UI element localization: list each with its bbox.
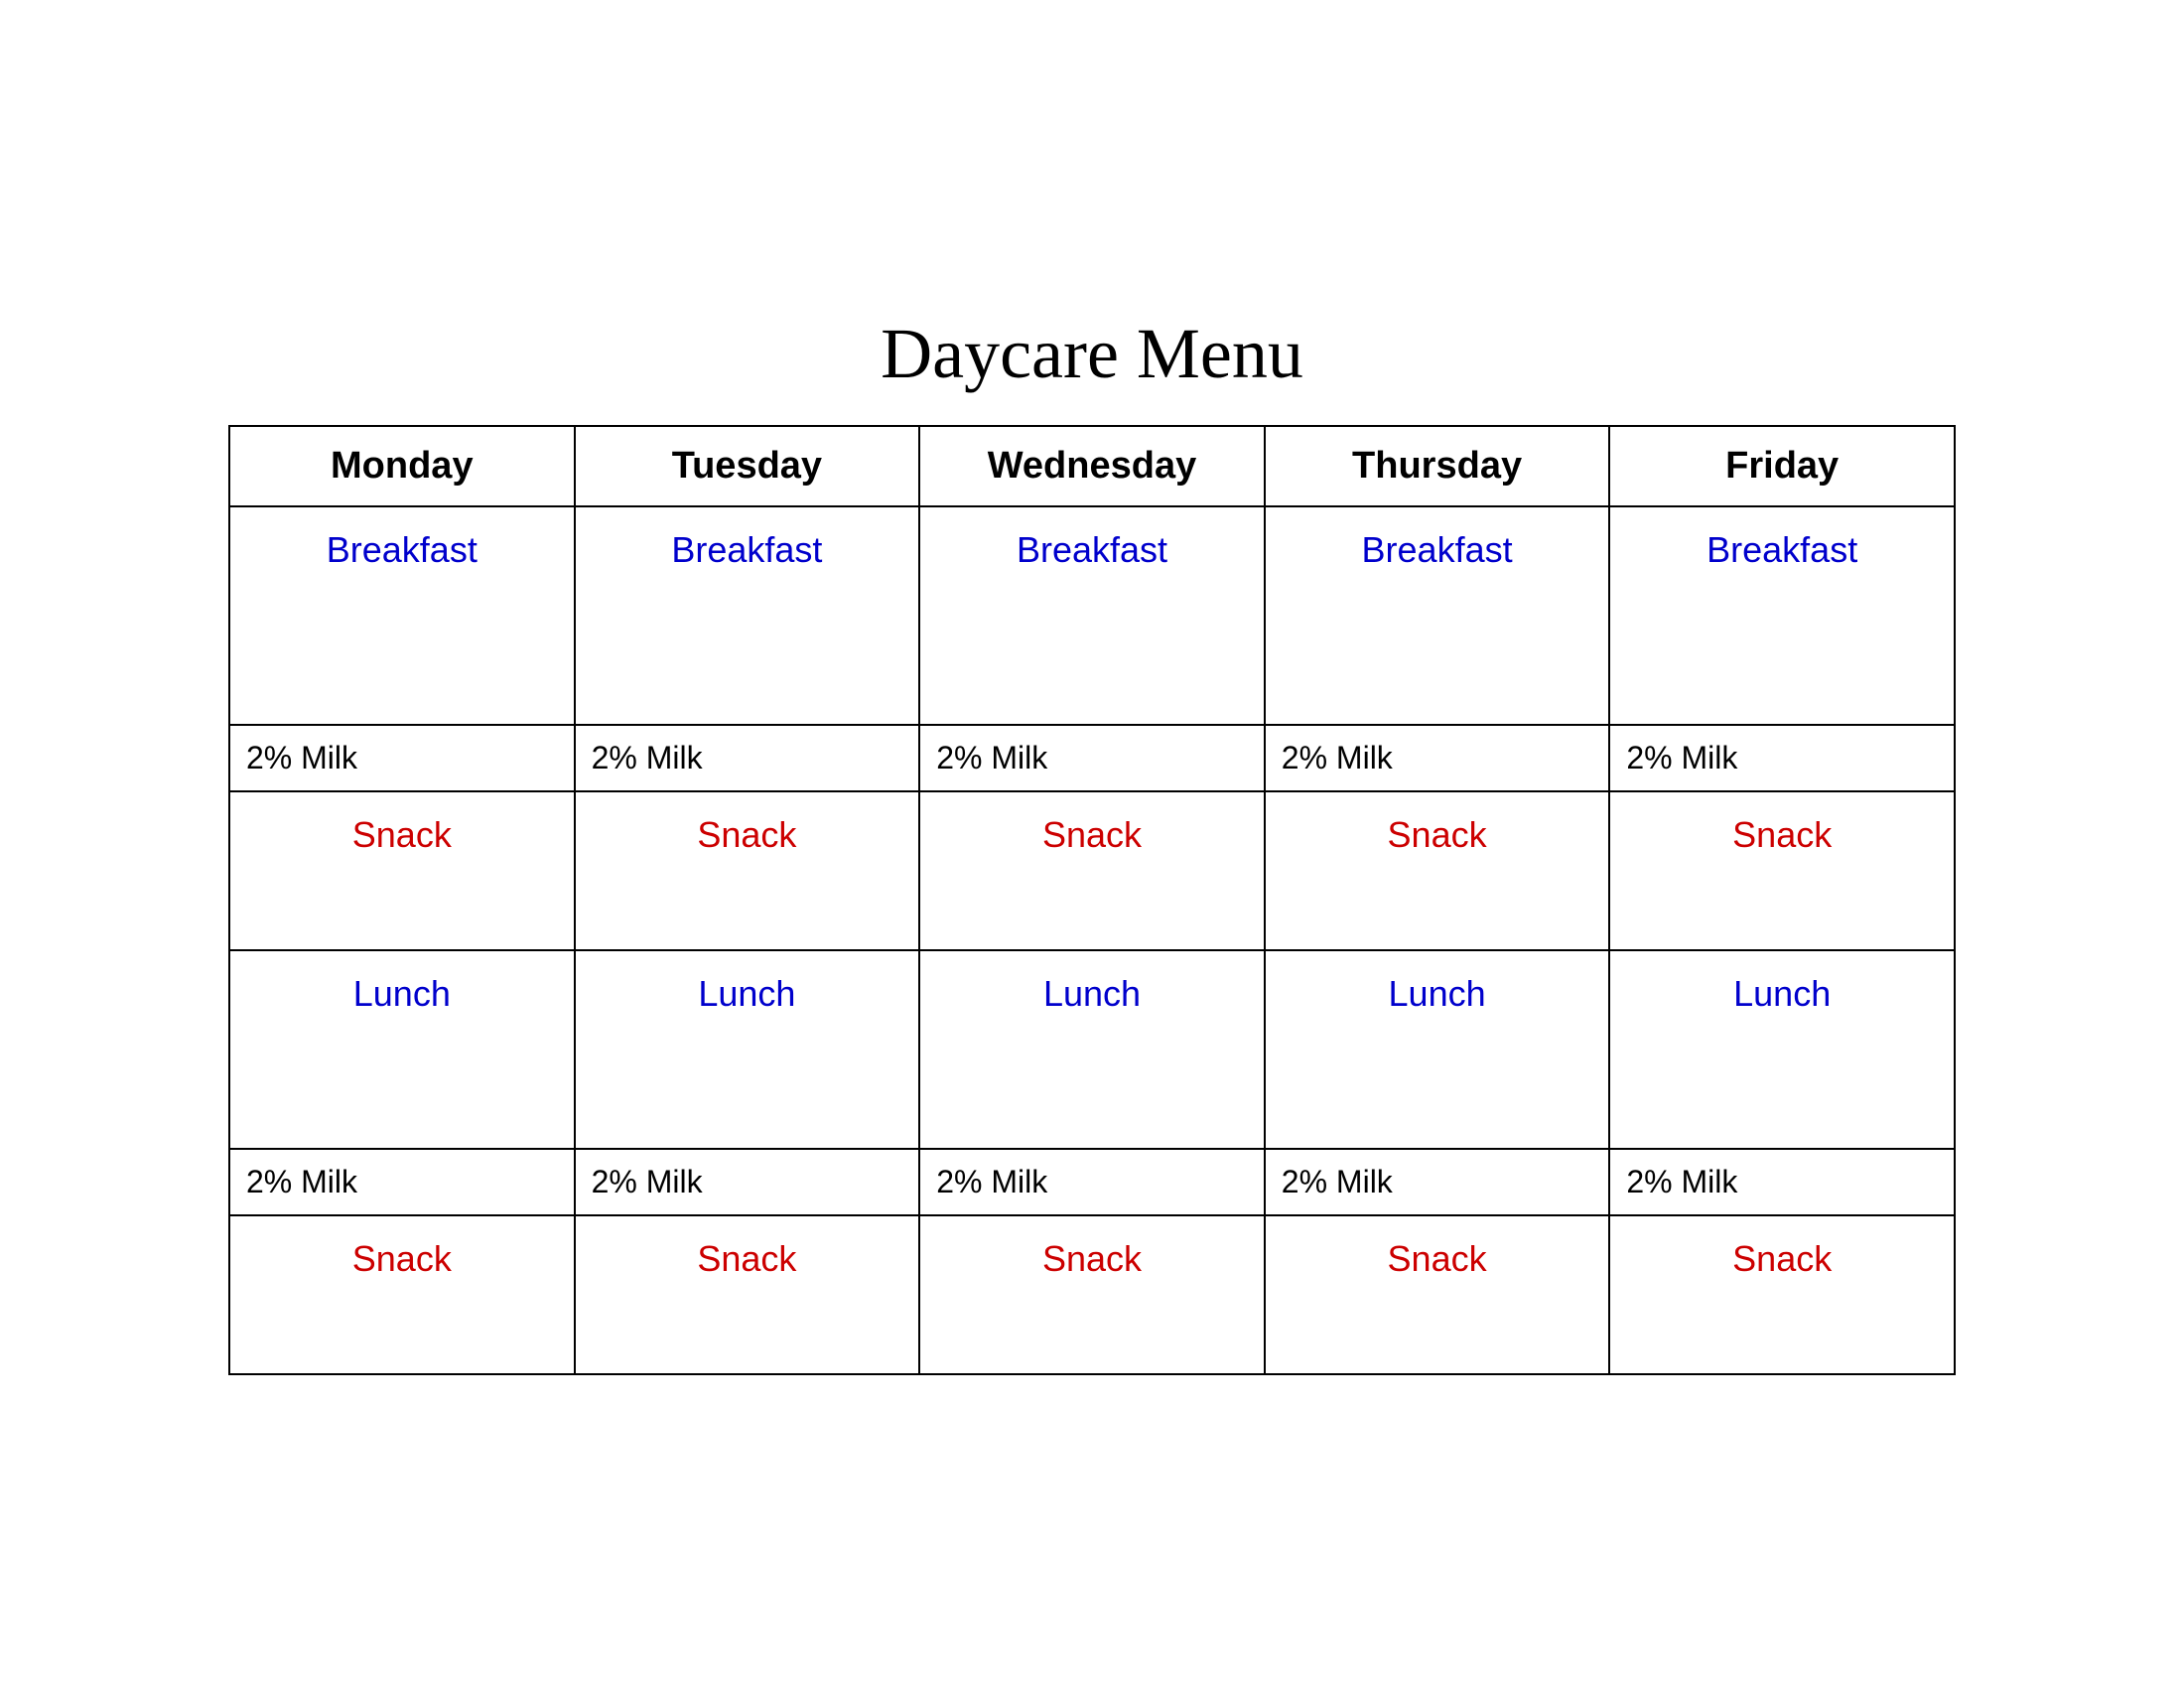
lunch-monday: Lunch bbox=[229, 950, 575, 1149]
snack2-monday: Snack bbox=[229, 1215, 575, 1374]
breakfast-label-monday: Breakfast bbox=[246, 521, 558, 571]
snack2-label-wednesday: Snack bbox=[936, 1230, 1248, 1280]
breakfast-monday: Breakfast bbox=[229, 506, 575, 725]
breakfast-label-tuesday: Breakfast bbox=[592, 521, 903, 571]
snack1-label-friday: Snack bbox=[1626, 806, 1938, 856]
breakfast-label-friday: Breakfast bbox=[1626, 521, 1938, 571]
milk1-thursday: 2% Milk bbox=[1265, 725, 1610, 791]
milk2-friday: 2% Milk bbox=[1609, 1149, 1955, 1215]
snack1-wednesday: Snack bbox=[919, 791, 1265, 950]
breakfast-tuesday: Breakfast bbox=[575, 506, 920, 725]
milk2-monday: 2% Milk bbox=[229, 1149, 575, 1215]
breakfast-label-thursday: Breakfast bbox=[1282, 521, 1593, 571]
milk2-wednesday: 2% Milk bbox=[919, 1149, 1265, 1215]
milk2-tuesday: 2% Milk bbox=[575, 1149, 920, 1215]
col-monday: Monday bbox=[229, 426, 575, 506]
col-friday: Friday bbox=[1609, 426, 1955, 506]
snack-row-2: Snack Snack Snack Snack Snack bbox=[229, 1215, 1955, 1374]
menu-table: Monday Tuesday Wednesday Thursday Friday… bbox=[228, 425, 1956, 1375]
snack2-label-thursday: Snack bbox=[1282, 1230, 1593, 1280]
snack2-wednesday: Snack bbox=[919, 1215, 1265, 1374]
lunch-row: Lunch Lunch Lunch Lunch Lunch bbox=[229, 950, 1955, 1149]
col-wednesday: Wednesday bbox=[919, 426, 1265, 506]
milk2-label-monday: 2% Milk bbox=[246, 1164, 357, 1199]
lunch-wednesday: Lunch bbox=[919, 950, 1265, 1149]
milk2-thursday: 2% Milk bbox=[1265, 1149, 1610, 1215]
milk1-label-monday: 2% Milk bbox=[246, 740, 357, 775]
snack-row-1: Snack Snack Snack Snack Snack bbox=[229, 791, 1955, 950]
lunch-tuesday: Lunch bbox=[575, 950, 920, 1149]
milk1-friday: 2% Milk bbox=[1609, 725, 1955, 791]
snack2-friday: Snack bbox=[1609, 1215, 1955, 1374]
snack2-label-monday: Snack bbox=[246, 1230, 558, 1280]
milk-row-1: 2% Milk 2% Milk 2% Milk 2% Milk 2% Milk bbox=[229, 725, 1955, 791]
breakfast-friday: Breakfast bbox=[1609, 506, 1955, 725]
milk2-label-tuesday: 2% Milk bbox=[592, 1164, 703, 1199]
lunch-label-tuesday: Lunch bbox=[592, 965, 903, 1015]
milk1-label-friday: 2% Milk bbox=[1626, 740, 1737, 775]
snack1-thursday: Snack bbox=[1265, 791, 1610, 950]
col-thursday: Thursday bbox=[1265, 426, 1610, 506]
lunch-label-monday: Lunch bbox=[246, 965, 558, 1015]
milk1-label-wednesday: 2% Milk bbox=[936, 740, 1047, 775]
milk1-label-thursday: 2% Milk bbox=[1282, 740, 1393, 775]
snack1-label-tuesday: Snack bbox=[592, 806, 903, 856]
milk-row-2: 2% Milk 2% Milk 2% Milk 2% Milk 2% Milk bbox=[229, 1149, 1955, 1215]
header-row: Monday Tuesday Wednesday Thursday Friday bbox=[229, 426, 1955, 506]
milk1-monday: 2% Milk bbox=[229, 725, 575, 791]
snack1-monday: Snack bbox=[229, 791, 575, 950]
lunch-friday: Lunch bbox=[1609, 950, 1955, 1149]
breakfast-label-wednesday: Breakfast bbox=[936, 521, 1248, 571]
snack2-tuesday: Snack bbox=[575, 1215, 920, 1374]
snack1-label-monday: Snack bbox=[246, 806, 558, 856]
lunch-label-friday: Lunch bbox=[1626, 965, 1938, 1015]
lunch-label-thursday: Lunch bbox=[1282, 965, 1593, 1015]
snack1-tuesday: Snack bbox=[575, 791, 920, 950]
breakfast-thursday: Breakfast bbox=[1265, 506, 1610, 725]
snack1-label-wednesday: Snack bbox=[936, 806, 1248, 856]
col-tuesday: Tuesday bbox=[575, 426, 920, 506]
milk2-label-friday: 2% Milk bbox=[1626, 1164, 1737, 1199]
snack1-friday: Snack bbox=[1609, 791, 1955, 950]
snack1-label-thursday: Snack bbox=[1282, 806, 1593, 856]
lunch-thursday: Lunch bbox=[1265, 950, 1610, 1149]
milk2-label-wednesday: 2% Milk bbox=[936, 1164, 1047, 1199]
lunch-label-wednesday: Lunch bbox=[936, 965, 1248, 1015]
breakfast-wednesday: Breakfast bbox=[919, 506, 1265, 725]
snack2-label-friday: Snack bbox=[1626, 1230, 1938, 1280]
milk2-label-thursday: 2% Milk bbox=[1282, 1164, 1393, 1199]
milk1-label-tuesday: 2% Milk bbox=[592, 740, 703, 775]
page-container: Daycare Menu Monday Tuesday Wednesday Th… bbox=[149, 253, 2035, 1435]
snack2-thursday: Snack bbox=[1265, 1215, 1610, 1374]
milk1-tuesday: 2% Milk bbox=[575, 725, 920, 791]
milk1-wednesday: 2% Milk bbox=[919, 725, 1265, 791]
breakfast-row: Breakfast Breakfast Breakfast Breakfast … bbox=[229, 506, 1955, 725]
snack2-label-tuesday: Snack bbox=[592, 1230, 903, 1280]
page-title: Daycare Menu bbox=[228, 313, 1956, 395]
